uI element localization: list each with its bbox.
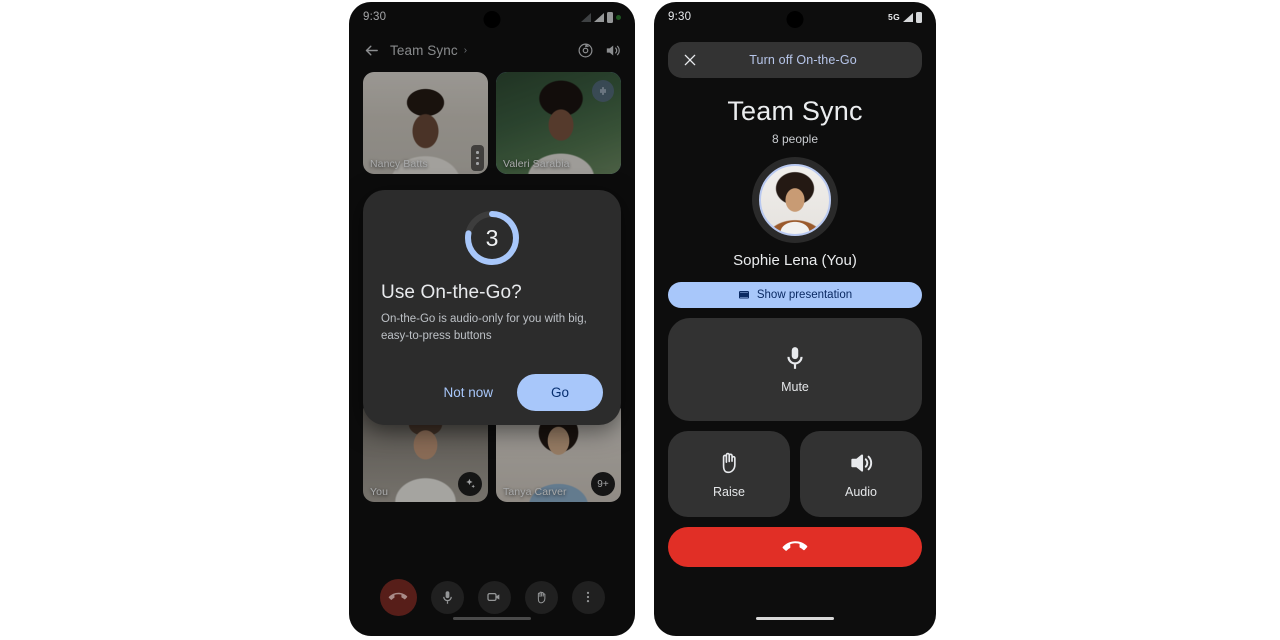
close-x-icon[interactable] (682, 52, 698, 68)
show-presentation-label: Show presentation (756, 289, 853, 301)
dialog-title: Use On-the-Go? (381, 282, 522, 303)
countdown-ring-wrap: 3 (381, 208, 603, 268)
signal-icon (903, 12, 913, 22)
raised-hand-icon (716, 450, 742, 476)
countdown-number: 3 (485, 224, 499, 251)
not-now-button[interactable]: Not now (427, 376, 509, 409)
dialog-actions: Not now Go (381, 374, 603, 412)
people-count: 8 people (771, 132, 819, 146)
on-the-go-dialog: 3 Use On-the-Go? On-the-Go is audio-only… (363, 190, 621, 426)
phone-right-on-the-go: 9:30 5G Turn off On-the-Go Team Sync 8 p… (654, 2, 936, 636)
go-button[interactable]: Go (516, 374, 603, 412)
countdown-ring: 3 (462, 208, 522, 268)
end-call-icon (782, 535, 808, 559)
self-participant-name: Sophie Lena (You) (733, 252, 857, 269)
status-clock: 9:30 (668, 11, 692, 23)
turn-off-on-the-go-bar[interactable]: Turn off On-the-Go (668, 42, 922, 78)
camera-punch-hole (786, 11, 804, 28)
battery-icon (916, 11, 922, 23)
raise-hand-button[interactable]: Raise (668, 431, 790, 517)
audio-button[interactable]: Audio (800, 431, 922, 517)
turn-off-label: Turn off On-the-Go (749, 53, 857, 67)
secondary-actions-row: Raise Audio (668, 431, 922, 517)
screenshot-stage: 9:30 Team Sync › Nancy Batts Valeri Sara… (0, 0, 1280, 640)
present-screen-icon (738, 289, 750, 301)
network-type-label: 5G (888, 12, 900, 22)
status-bar-right: 9:30 5G (654, 2, 936, 32)
meeting-title: Team Sync (727, 96, 863, 126)
mute-button[interactable]: Mute (668, 318, 922, 421)
microphone-icon (782, 345, 808, 371)
phone-left-meeting-grid: 9:30 Team Sync › Nancy Batts Valeri Sara… (349, 2, 635, 636)
show-presentation-button[interactable]: Show presentation (668, 282, 922, 308)
status-icons: 5G (888, 11, 922, 23)
avatar-speaking-ring (752, 157, 838, 243)
hangup-button[interactable] (668, 527, 922, 567)
avatar (759, 164, 831, 236)
raise-label: Raise (713, 484, 745, 499)
audio-label: Audio (845, 484, 877, 499)
on-the-go-panel: Turn off On-the-Go Team Sync 8 people So… (654, 42, 936, 567)
volume-up-icon (848, 450, 874, 476)
android-home-indicator (756, 616, 834, 620)
dialog-body: On-the-Go is audio-only for you with big… (381, 313, 587, 342)
mute-label: Mute (781, 380, 809, 394)
avatar-wrap (668, 157, 922, 243)
